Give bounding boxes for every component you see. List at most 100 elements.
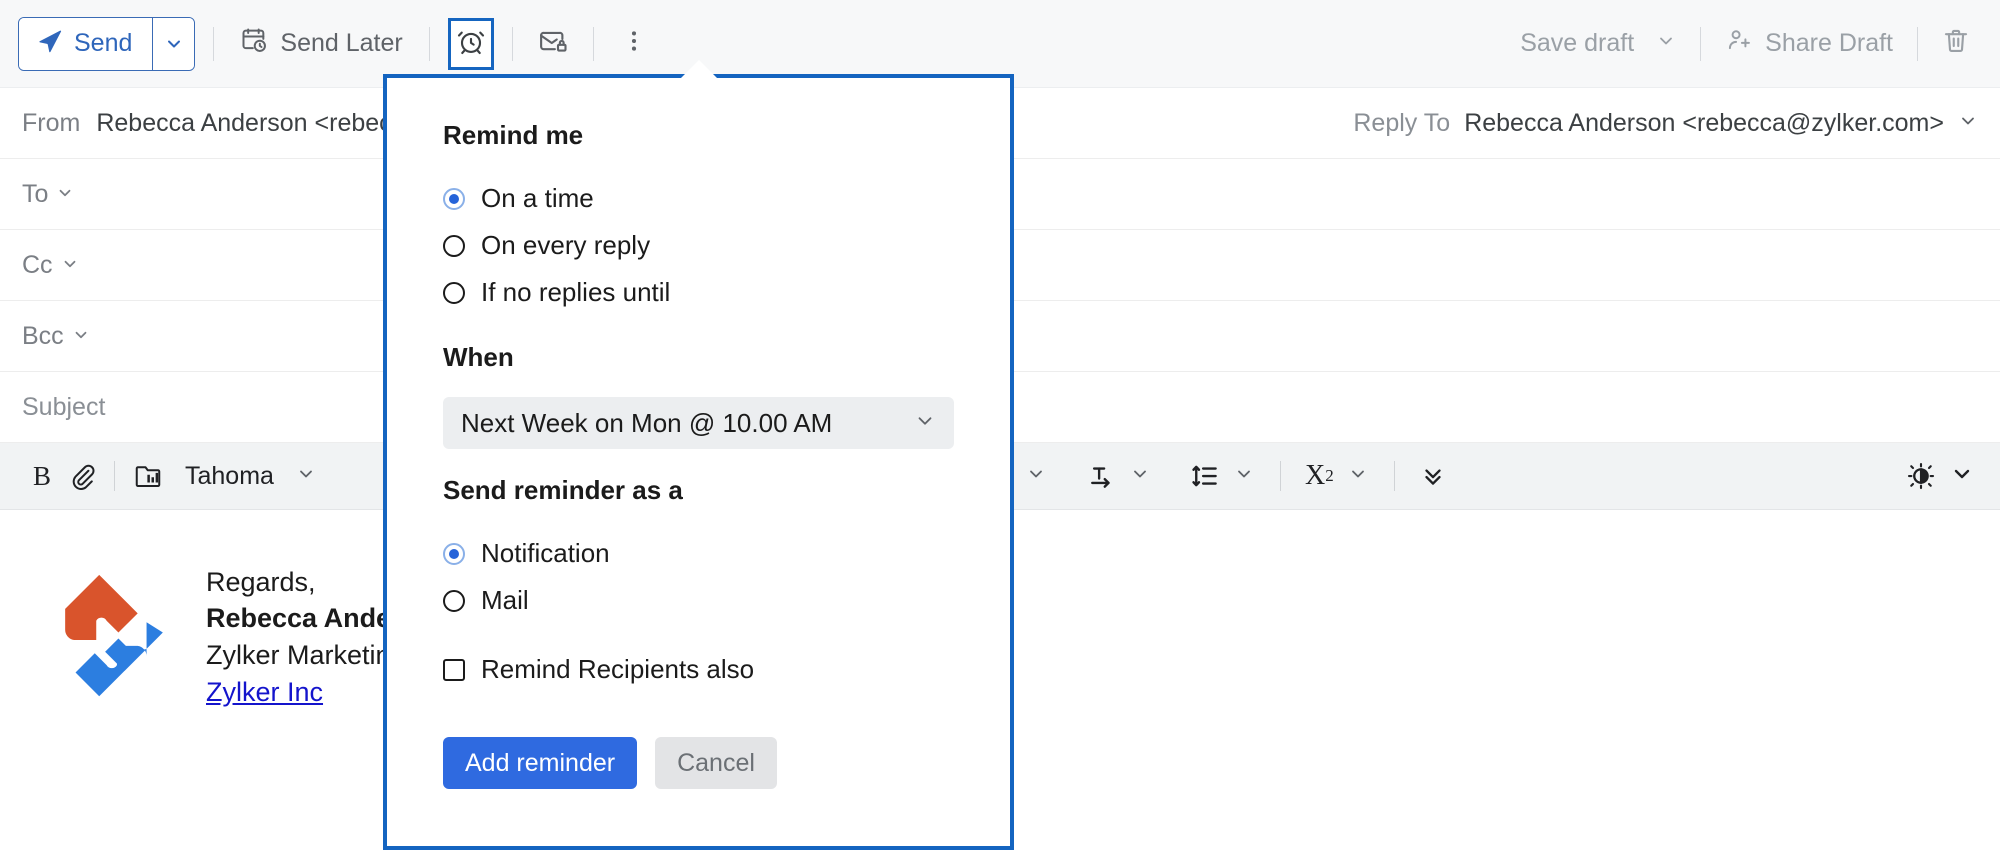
theme-caret[interactable] (1942, 462, 1978, 491)
signature-block: Regards, Rebecca Anders Zylker Marketing… (40, 562, 2000, 712)
send-as-option-label: Mail (481, 585, 529, 615)
radio-on-every-reply[interactable] (443, 234, 465, 257)
cc-label: Cc (22, 250, 53, 279)
kebab-menu-icon (621, 28, 647, 59)
toolbar-left-group: Send Send Later (0, 16, 656, 71)
more-options-button[interactable] (612, 22, 656, 66)
remind-recipients-row[interactable]: Remind Recipients also (443, 646, 954, 693)
superscript-caret[interactable] (1340, 464, 1376, 489)
cc-field-toggle[interactable]: Cc (22, 251, 79, 280)
zylker-logo (65, 574, 163, 697)
send-as-option-label: Notification (481, 538, 610, 568)
superscript-exponent: 2 (1325, 466, 1334, 485)
remind-me-heading: Remind me (443, 120, 584, 150)
delete-draft-button[interactable] (1934, 22, 1978, 66)
send-as-option-notification[interactable]: Notification (443, 530, 954, 577)
toolbar-divider (1700, 26, 1702, 61)
subject-input[interactable]: Subject (22, 393, 105, 422)
send-button-group: Send (18, 16, 196, 71)
from-value: Rebecca Anderson <rebecca (96, 108, 419, 137)
radio-mail[interactable] (443, 589, 465, 612)
remind-me-option-on-a-time[interactable]: On a time (443, 175, 954, 222)
reminder-popup-body: Remind me On a time On every reply If no… (387, 78, 1010, 789)
chevron-down-icon (72, 322, 90, 351)
send-as-option-mail[interactable]: Mail (443, 577, 954, 624)
double-chevron-down-icon[interactable] (1413, 453, 1453, 499)
when-select[interactable]: Next Week on Mon @ 10.00 AM (443, 397, 954, 449)
toolbar-divider (511, 26, 513, 61)
reminder-popup-actions: Add reminder Cancel (443, 737, 954, 789)
popup-arrow (680, 60, 717, 78)
save-draft-label: Save draft (1520, 29, 1635, 57)
to-field-toggle[interactable]: To (22, 180, 74, 209)
add-reminder-button[interactable]: Add reminder (443, 737, 638, 789)
remind-recipients-label: Remind Recipients also (481, 654, 755, 684)
send-options-caret[interactable] (152, 17, 195, 70)
person-plus-icon (1725, 26, 1753, 61)
calendar-clock-icon (240, 26, 268, 61)
reminder-popup: Remind me On a time On every reply If no… (383, 60, 1014, 850)
remind-me-option-if-no-replies[interactable]: If no replies until (443, 269, 954, 316)
share-draft-button[interactable]: Share Draft (1717, 20, 1901, 67)
bold-icon[interactable]: B (22, 453, 62, 499)
toolbar-right-group: Save draft Share Draft (1512, 20, 2000, 67)
font-family-caret[interactable] (288, 464, 324, 489)
line-spacing-caret[interactable] (1226, 464, 1262, 489)
send-reminder-as-heading: Send reminder as a (443, 475, 683, 505)
paperclip-icon[interactable] (62, 453, 102, 499)
chevron-down-icon (1656, 29, 1676, 58)
remind-me-option-label: If no replies until (481, 277, 671, 307)
chevron-down-icon (914, 410, 936, 437)
toolbar-divider (428, 26, 430, 61)
reply-to-group[interactable]: Reply To Rebecca Anderson <rebecca@zylke… (1353, 88, 1978, 159)
alarm-clock-icon (456, 26, 486, 61)
signature-company-link[interactable]: Zylker Inc (206, 674, 323, 711)
text-direction-icon[interactable] (1080, 453, 1122, 499)
indent-caret[interactable] (1018, 464, 1054, 489)
reply-to-value: Rebecca Anderson <rebecca@zylker.com> (1464, 109, 1944, 137)
when-select-value: Next Week on Mon @ 10.00 AM (461, 407, 833, 438)
chevron-down-icon[interactable] (1958, 111, 1978, 136)
radio-if-no-replies-until[interactable] (443, 281, 465, 304)
send-later-label: Send Later (280, 29, 403, 57)
send-button[interactable]: Send (19, 17, 153, 70)
superscript-icon[interactable]: X2 (1299, 453, 1340, 499)
mail-compose-window: Send Send Later Save draft Share Draft F… (0, 0, 2000, 858)
chevron-down-icon (56, 180, 74, 209)
superscript-base: X (1304, 460, 1326, 491)
remind-me-option-on-every-reply[interactable]: On every reply (443, 222, 954, 269)
format-divider (1393, 461, 1395, 491)
toolbar-divider (592, 26, 594, 61)
from-label: From (22, 108, 81, 137)
remind-me-option-label: On every reply (481, 230, 651, 260)
bcc-field-toggle[interactable]: Bcc (22, 322, 90, 351)
save-draft-button[interactable]: Save draft (1512, 23, 1684, 64)
format-divider (1279, 461, 1281, 491)
cancel-button[interactable]: Cancel (655, 737, 777, 789)
line-spacing-icon[interactable] (1184, 453, 1226, 499)
secure-mail-button[interactable] (531, 22, 575, 66)
radio-notification[interactable] (443, 542, 465, 565)
envelope-lock-icon (538, 26, 568, 61)
send-later-button[interactable]: Send Later (232, 20, 410, 67)
radio-on-a-time[interactable] (443, 187, 465, 210)
bcc-label: Bcc (22, 321, 64, 350)
reply-to-label: Reply To (1353, 109, 1451, 137)
brightness-icon[interactable] (1900, 453, 1942, 499)
trash-icon (1941, 26, 1971, 61)
toolbar-divider (213, 26, 215, 61)
toolbar-divider (1917, 26, 1918, 61)
remind-recipients-checkbox[interactable] (443, 658, 465, 681)
paper-plane-icon (37, 27, 63, 60)
font-family-selector[interactable]: Tahoma (169, 462, 288, 491)
to-label: To (22, 179, 49, 208)
format-divider (114, 461, 115, 491)
text-direction-caret[interactable] (1122, 464, 1158, 489)
chevron-down-icon (61, 251, 79, 280)
insert-image-icon[interactable] (127, 453, 169, 499)
chevron-down-icon (167, 40, 180, 47)
share-draft-label: Share Draft (1765, 29, 1893, 57)
send-button-label: Send (74, 29, 133, 57)
set-reminder-button[interactable] (447, 17, 494, 70)
remind-me-option-label: On a time (481, 183, 594, 213)
